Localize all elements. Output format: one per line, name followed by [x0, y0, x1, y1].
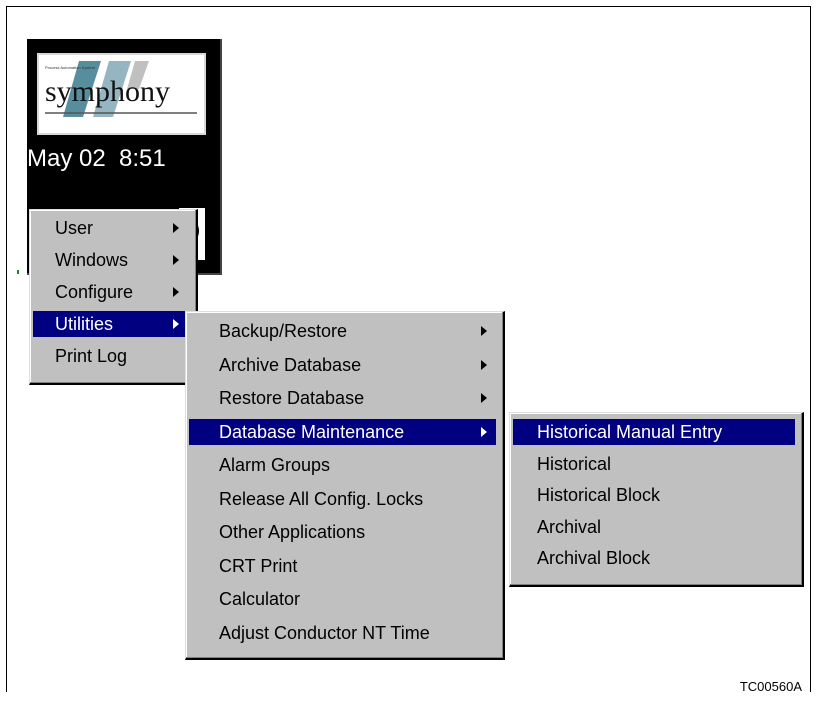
submenu-arrow-icon — [481, 393, 487, 403]
menu-item-archival-block[interactable]: Archival Block — [513, 545, 795, 571]
menu-item-label: Archival — [537, 516, 602, 537]
menu-item-label: CRT Print — [219, 555, 298, 576]
submenu-arrow-icon — [173, 223, 179, 233]
menu-item-backup-restore[interactable]: Backup/Restore — [189, 318, 496, 344]
menu-item-historical-manual-entry[interactable]: Historical Manual Entry — [513, 419, 795, 445]
menu-item-utilities[interactable]: Utilities — [33, 311, 190, 337]
logo-text: symphony — [45, 75, 171, 108]
menu-item-label: Windows — [55, 250, 129, 270]
utilities-submenu: Backup/Restore Archive Database Restore Da… — [185, 311, 505, 660]
clock-display: May 02 8:51 — [27, 145, 166, 172]
submenu-arrow-icon — [173, 287, 179, 297]
submenu-arrow-icon — [173, 319, 179, 329]
menu-item-label: Utilities — [55, 314, 114, 334]
menu-item-crt-print[interactable]: CRT Print — [189, 553, 496, 579]
menu-item-configure[interactable]: Configure — [33, 279, 190, 305]
menu-item-label: Adjust Conductor NT Time — [219, 622, 430, 643]
symphony-logo: Process Automation System symphony — [37, 53, 206, 135]
menu-item-label: Calculator — [219, 589, 301, 609]
menu-item-release-all-config-locks[interactable]: Release All Config. Locks — [189, 486, 496, 512]
menu-item-alarm-groups[interactable]: Alarm Groups — [189, 452, 496, 478]
menu-item-calculator[interactable]: Calculator — [189, 586, 496, 612]
menu-item-label: Database Maintenance — [219, 421, 405, 442]
menu-item-label: Historical — [537, 453, 612, 474]
menu-item-windows[interactable]: Windows — [33, 247, 190, 273]
menu-item-adjust-conductor-nt-time[interactable]: Adjust Conductor NT Time — [189, 620, 496, 646]
menu-item-label: Historical Block — [537, 485, 661, 505]
main-menu: User Windows Configure Utilities Print Log — [29, 209, 198, 385]
menu-item-historical-block[interactable]: Historical Block — [513, 482, 795, 508]
menu-item-restore-database[interactable]: Restore Database — [189, 385, 496, 411]
menu-item-label: Release All Config. Locks — [219, 488, 424, 509]
menu-item-archive-database[interactable]: Archive Database — [189, 352, 496, 378]
connector-mark — [17, 270, 19, 274]
submenu-arrow-icon — [481, 426, 487, 437]
menu-item-label: Restore Database — [219, 388, 365, 408]
menu-item-historical[interactable]: Historical — [513, 451, 795, 477]
menu-item-print-log[interactable]: Print Log — [33, 343, 190, 369]
menu-item-database-maintenance[interactable]: Database Maintenance — [189, 418, 496, 445]
menu-item-label: Archival Block — [537, 548, 651, 568]
figure-caption: TC00560A — [739, 679, 802, 694]
menu-item-other-applications[interactable]: Other Applications — [189, 519, 496, 545]
submenu-arrow-icon — [481, 359, 487, 370]
menu-item-label: Alarm Groups — [219, 455, 331, 475]
logo-tagline: Process Automation System — [45, 65, 96, 70]
menu-item-label: Other Applications — [219, 522, 366, 542]
menu-item-label: Backup/Restore — [219, 321, 348, 341]
menu-item-label: Print Log — [55, 346, 128, 366]
database-maintenance-submenu: Historical Manual Entry Historical Histori… — [509, 412, 804, 587]
menu-item-label: User — [55, 218, 94, 238]
menu-item-user[interactable]: User — [33, 215, 190, 241]
menu-item-label: Archive Database — [219, 354, 362, 375]
menu-item-label: Configure — [55, 282, 134, 302]
submenu-arrow-icon — [481, 326, 487, 336]
submenu-arrow-icon — [173, 255, 179, 265]
menu-item-archival[interactable]: Archival — [513, 514, 795, 540]
menu-item-label: Historical Manual Entry — [537, 422, 723, 442]
